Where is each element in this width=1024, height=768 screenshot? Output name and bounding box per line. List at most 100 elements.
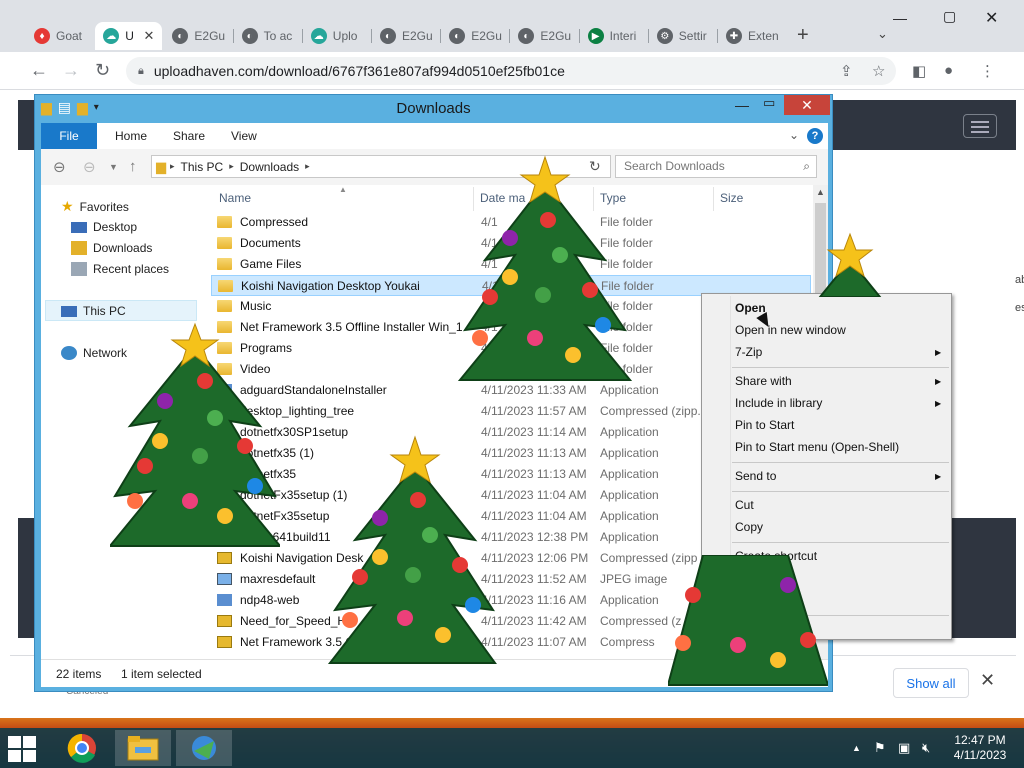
- nav-desktop[interactable]: Desktop: [71, 220, 137, 234]
- breadcrumb-this-pc[interactable]: This PC: [181, 160, 224, 174]
- tab-0[interactable]: ♦ Goat: [26, 22, 93, 50]
- file-type: Application: [600, 593, 659, 607]
- e2gu-icon: ◐: [449, 28, 466, 44]
- back-icon[interactable]: ←: [30, 60, 48, 81]
- file-type: Application: [600, 467, 659, 481]
- profile-avatar-icon[interactable]: ●: [944, 62, 953, 79]
- reload-icon[interactable]: ↻: [95, 60, 110, 81]
- column-name[interactable]: Name: [219, 191, 251, 205]
- volume-muted-icon[interactable]: 🔇︎: [922, 740, 930, 756]
- up-icon[interactable]: ↑: [129, 158, 137, 175]
- tab-close-icon[interactable]: ✕: [143, 28, 154, 44]
- tab-view[interactable]: View: [221, 123, 267, 149]
- selection-count: 1 item selected: [121, 667, 202, 681]
- tab-8[interactable]: ▶ Interi: [580, 22, 647, 50]
- nav-downloads[interactable]: Downloads: [71, 241, 152, 255]
- forward-icon[interactable]: →: [62, 60, 80, 81]
- tab-home[interactable]: Home: [105, 123, 157, 149]
- file-type: Application: [600, 446, 659, 460]
- browser-toolbar: ← → ↻ 🔒︎ uploadhaven.com/download/6767f3…: [0, 52, 1024, 90]
- nav-favorites[interactable]: ★ Favorites: [61, 198, 129, 215]
- tab-label: U: [125, 29, 134, 43]
- breadcrumb-arrow-icon: ▸: [170, 161, 175, 171]
- close-button[interactable]: ✕: [784, 95, 830, 115]
- action-center-flag-icon[interactable]: ⚑: [874, 740, 886, 756]
- context-menu-item[interactable]: Cut: [735, 498, 754, 512]
- tab-label: E2Gu: [540, 29, 572, 43]
- file-name: Koishi Navigation Desktop Youkai: [241, 279, 420, 293]
- context-menu-item[interactable]: Copy: [735, 520, 763, 534]
- back-icon[interactable]: ⊖: [53, 158, 66, 176]
- clock[interactable]: 12:47 PM 4/11/2023: [944, 733, 1016, 763]
- maximize-icon[interactable]: ▭: [763, 95, 775, 111]
- context-menu-item[interactable]: Send to: [735, 469, 776, 483]
- tab-file[interactable]: File: [41, 123, 97, 149]
- tab-search-chevron-icon[interactable]: ⌄: [877, 26, 888, 42]
- windows-start-icon[interactable]: [8, 736, 38, 762]
- idm-taskbar-icon[interactable]: [176, 730, 232, 766]
- file-type: Compress: [600, 635, 655, 649]
- hamburger-menu-icon[interactable]: [963, 114, 997, 138]
- breadcrumb-downloads[interactable]: Downloads: [240, 160, 299, 174]
- context-menu-item[interactable]: Pin to Start menu (Open-Shell): [735, 440, 899, 454]
- nav-label: Downloads: [93, 241, 153, 255]
- column-size[interactable]: Size: [720, 191, 743, 205]
- tab-7[interactable]: ◐ E2Gu: [510, 22, 577, 50]
- scroll-up-arrow-icon[interactable]: ▲: [816, 187, 825, 197]
- tray-chevron-up-icon[interactable]: ▲: [852, 743, 861, 753]
- file-explorer-taskbar-icon[interactable]: [115, 730, 171, 766]
- bookmark-star-icon[interactable]: ☆: [872, 62, 885, 80]
- e2gu-icon: ◐: [241, 28, 258, 44]
- expand-ribbon-chevron-icon[interactable]: ⌄: [789, 128, 799, 142]
- e2gu-icon: ◐: [380, 28, 396, 44]
- context-menu-item[interactable]: Open in new window: [735, 323, 846, 337]
- tab-share[interactable]: Share: [163, 123, 215, 149]
- minimize-icon[interactable]: —: [735, 97, 749, 113]
- recent-locations-chevron-icon[interactable]: ▼: [109, 162, 118, 172]
- zip-file-icon: [217, 636, 232, 648]
- zip-file-icon: [217, 615, 232, 627]
- side-panel-icon[interactable]: ◧: [912, 62, 926, 80]
- uploadhaven-icon: ☁: [103, 28, 120, 44]
- tab-10[interactable]: ✚ Exten: [718, 22, 785, 50]
- network-tray-icon[interactable]: ▣: [898, 740, 910, 756]
- context-menu-item[interactable]: Pin to Start: [735, 418, 794, 432]
- tab-4[interactable]: ☁ Uplo: [303, 22, 370, 50]
- close-icon[interactable]: ✕: [985, 8, 998, 28]
- forward-icon[interactable]: ⊖: [83, 158, 96, 176]
- breadcrumb-arrow-icon: ▸: [229, 161, 234, 171]
- search-input[interactable]: Search Downloads ⌕: [615, 155, 817, 178]
- maximize-icon[interactable]: ▢: [943, 8, 956, 25]
- file-name: Compressed: [240, 215, 309, 229]
- e2gu-icon: ◐: [172, 28, 189, 44]
- tab-3[interactable]: ◐ To ac: [234, 22, 301, 50]
- tab-6[interactable]: ◐ E2Gu: [441, 22, 508, 50]
- context-menu-item[interactable]: Share with: [735, 374, 792, 388]
- nav-recent-places[interactable]: Recent places: [71, 262, 169, 276]
- desktop-icon: [71, 221, 87, 233]
- image-file-icon: [217, 573, 232, 585]
- lock-icon: 🔒︎: [138, 64, 144, 77]
- address-bar[interactable]: 🔒︎ uploadhaven.com/download/6767f361e807…: [126, 57, 896, 85]
- show-all-button[interactable]: Show all: [893, 668, 969, 698]
- help-icon[interactable]: ?: [807, 128, 823, 144]
- item-count: 22 items: [56, 667, 102, 681]
- christmas-tree-icon: [457, 155, 633, 381]
- context-menu-item[interactable]: Include in library: [735, 396, 822, 410]
- tab-label: E2Gu: [402, 29, 433, 43]
- gear-icon: ⚙: [656, 28, 673, 44]
- file-type: Application: [600, 530, 659, 544]
- chrome-taskbar-icon[interactable]: [54, 730, 110, 766]
- tab-1[interactable]: ☁ U ✕: [95, 22, 163, 50]
- tab-5[interactable]: ◐ E2Gu: [372, 22, 439, 50]
- file-name: maxresdefault: [240, 572, 316, 586]
- context-menu-item[interactable]: Open: [735, 301, 766, 315]
- context-menu-item[interactable]: 7-Zip: [735, 345, 762, 359]
- download-bar-close-icon[interactable]: ✕: [980, 670, 995, 691]
- tab-2[interactable]: ◐ E2Gu: [164, 22, 231, 50]
- new-tab-button[interactable]: +: [797, 24, 809, 47]
- menu-kebab-icon[interactable]: ⋮: [980, 62, 995, 80]
- share-icon[interactable]: ⇪: [840, 62, 853, 80]
- minimize-icon[interactable]: —: [893, 10, 907, 26]
- tab-9[interactable]: ⚙ Settir: [649, 22, 716, 50]
